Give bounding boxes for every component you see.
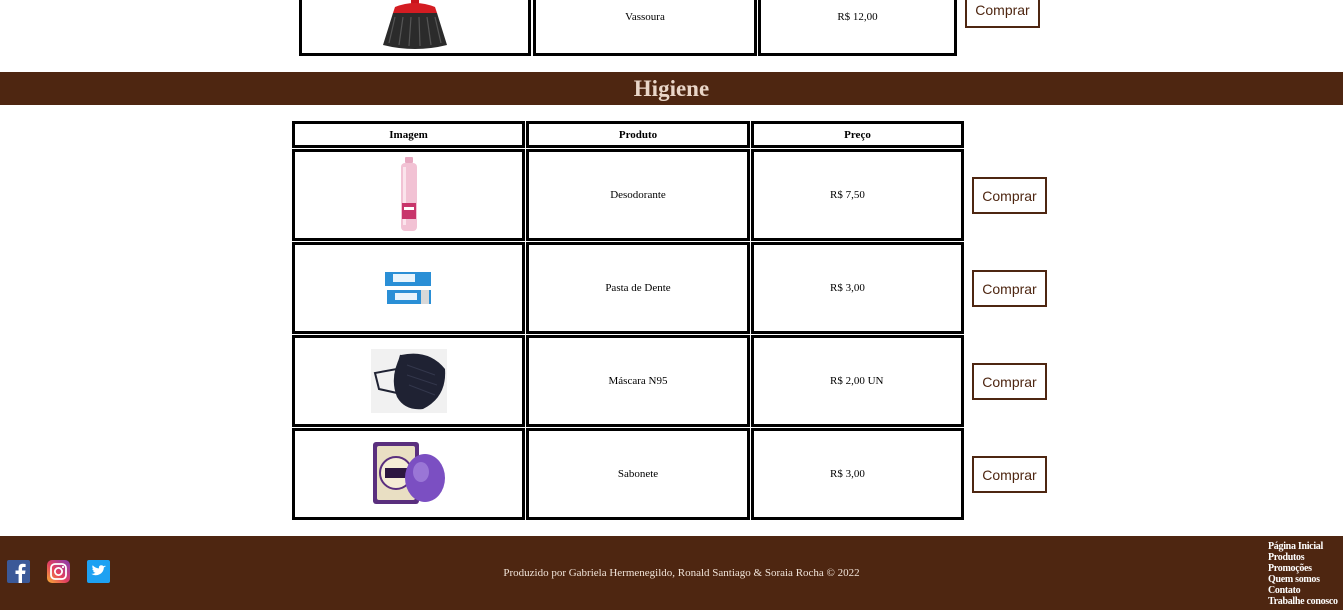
- buy-button[interactable]: Comprar: [972, 177, 1047, 214]
- footer: Produzido por Gabriela Hermenegildo, Ron…: [0, 536, 1343, 610]
- toothpaste-icon: [384, 272, 431, 304]
- product-price-cell: R$ 7,50: [751, 149, 964, 241]
- product-price-cell: R$ 3,00: [751, 242, 964, 334]
- footer-link-contact[interactable]: Contato: [1268, 585, 1338, 596]
- deodorant-icon: [400, 157, 417, 231]
- product-image-cell: [292, 335, 525, 427]
- product-name-cell: Vassoura: [533, 0, 757, 56]
- buy-button[interactable]: Comprar: [965, 0, 1040, 28]
- product-name-cell: Pasta de Dente: [526, 242, 750, 334]
- footer-link-promotions[interactable]: Promoções: [1268, 563, 1338, 574]
- footer-link-products[interactable]: Produtos: [1268, 552, 1338, 563]
- product-name-cell: Máscara N95: [526, 335, 750, 427]
- column-header-price: Preço: [751, 121, 964, 148]
- product-name-cell: Sabonete: [526, 428, 750, 520]
- section-header: Higiene: [0, 72, 1343, 105]
- page: Vassoura R$ 12,00 Comprar Higiene Imagem…: [0, 0, 1343, 610]
- product-image-cell: [299, 0, 531, 56]
- buy-button[interactable]: Comprar: [972, 456, 1047, 493]
- product-price-cell: R$ 3,00: [751, 428, 964, 520]
- broom-icon: [383, 0, 447, 49]
- buy-button[interactable]: Comprar: [972, 363, 1047, 400]
- mask-icon: [370, 349, 447, 413]
- product-price-cell: R$ 2,00 UN: [751, 335, 964, 427]
- footer-link-careers[interactable]: Trabalhe conosco: [1268, 596, 1338, 607]
- product-image-cell: [292, 242, 525, 334]
- section-title: Higiene: [633, 75, 710, 101]
- soap-icon: [372, 442, 445, 504]
- buy-button[interactable]: Comprar: [972, 270, 1047, 307]
- footer-link-home[interactable]: Página Inicial: [1268, 541, 1338, 552]
- footer-credit: Produzido por Gabriela Hermenegildo, Ron…: [503, 567, 860, 579]
- column-header-product: Produto: [526, 121, 750, 148]
- product-name-cell: Desodorante: [526, 149, 750, 241]
- product-price-cell: R$ 12,00: [758, 0, 957, 56]
- product-image-cell: [292, 149, 525, 241]
- footer-link-about[interactable]: Quem somos: [1268, 574, 1338, 585]
- column-header-image: Imagem: [292, 121, 525, 148]
- product-image-cell: [292, 428, 525, 520]
- footer-nav: Página Inicial Produtos Promoções Quem s…: [1268, 541, 1338, 607]
